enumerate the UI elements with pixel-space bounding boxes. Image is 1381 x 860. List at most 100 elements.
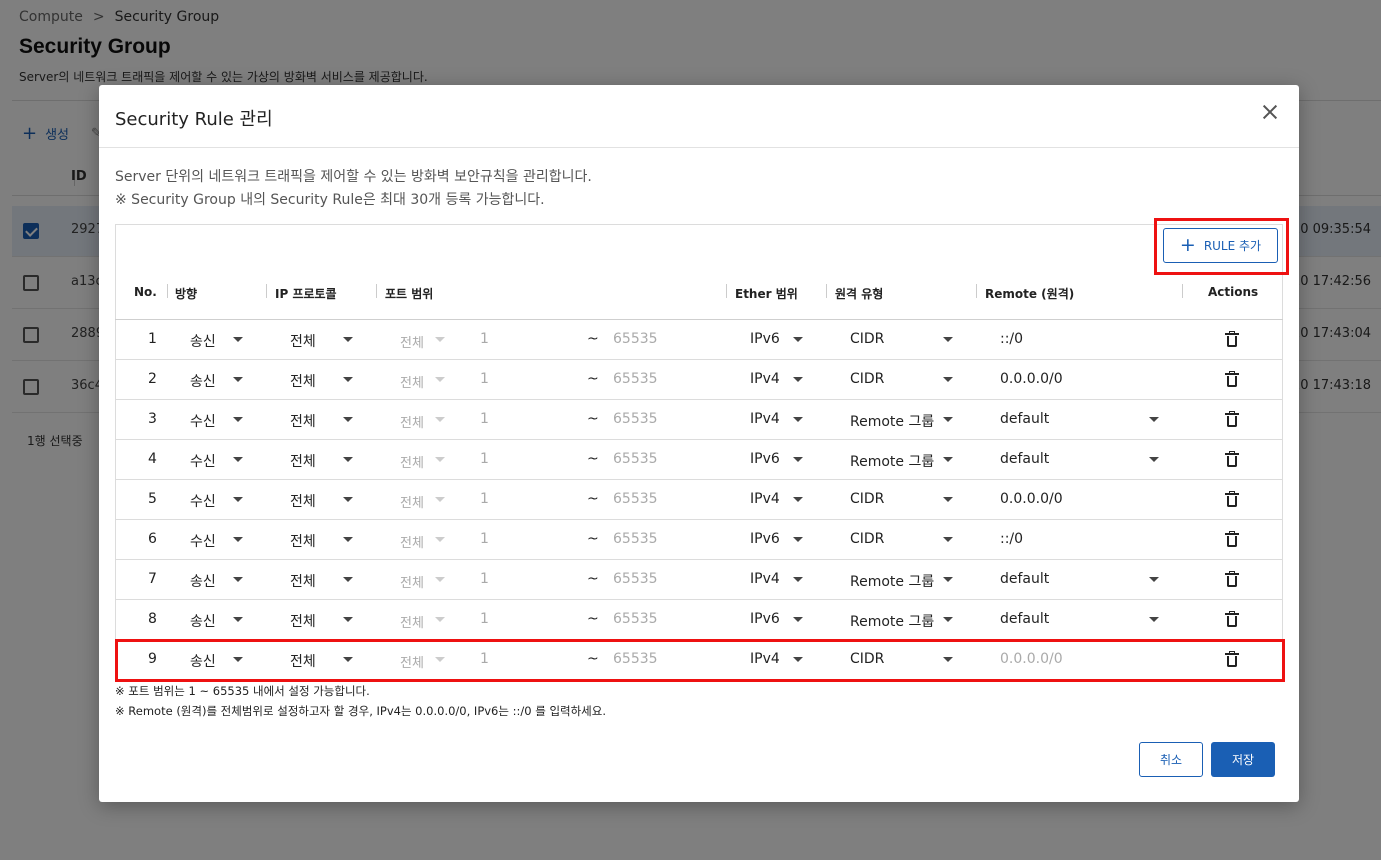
ether-select[interactable]: IPv6 [750,531,780,547]
chevron-down-icon[interactable] [943,457,953,462]
close-icon[interactable] [1259,101,1281,123]
chevron-down-icon[interactable] [793,337,803,342]
trash-icon[interactable] [1225,571,1239,587]
trash-icon[interactable] [1225,491,1239,507]
remote-type-select[interactable]: Remote 그룹 [850,411,934,431]
trash-icon[interactable] [1225,611,1239,627]
chevron-down-icon[interactable] [793,417,803,422]
chevron-down-icon[interactable] [793,457,803,462]
chevron-down-icon[interactable] [793,497,803,502]
chevron-down-icon[interactable] [793,617,803,622]
chevron-down-icon[interactable] [343,377,353,382]
remote-input[interactable]: 0.0.0.0/0 [1000,651,1063,667]
direction-select[interactable]: 송신 [190,571,216,591]
remote-group-select[interactable]: default [1000,611,1049,627]
cancel-button[interactable]: 취소 [1139,742,1203,777]
trash-icon[interactable] [1225,371,1239,387]
remote-type-select[interactable]: Remote 그룹 [850,451,934,471]
ether-select[interactable]: IPv4 [750,371,780,387]
remote-group-select[interactable]: default [1000,571,1049,587]
add-rule-button[interactable]: + RULE 추가 [1163,228,1278,263]
direction-select[interactable]: 수신 [190,451,216,471]
chevron-down-icon[interactable] [343,457,353,462]
protocol-select[interactable]: 전체 [290,491,316,511]
direction-select[interactable]: 수신 [190,531,216,551]
chevron-down-icon[interactable] [343,577,353,582]
remote-type-select[interactable]: CIDR [850,491,884,507]
remote-type-select[interactable]: CIDR [850,331,884,347]
chevron-down-icon[interactable] [943,537,953,542]
ether-select[interactable]: IPv4 [750,411,780,427]
chevron-down-icon[interactable] [343,497,353,502]
chevron-down-icon[interactable] [793,537,803,542]
remote-type-select[interactable]: CIDR [850,371,884,387]
chevron-down-icon[interactable] [233,417,243,422]
chevron-down-icon[interactable] [343,657,353,662]
protocol-select[interactable]: 전체 [290,571,316,591]
ether-select[interactable]: IPv4 [750,651,780,667]
trash-icon[interactable] [1225,451,1239,467]
remote-input[interactable]: 0.0.0.0/0 [1000,371,1063,387]
chevron-down-icon[interactable] [233,577,243,582]
chevron-down-icon[interactable] [343,337,353,342]
remote-input[interactable]: 0.0.0.0/0 [1000,491,1063,507]
protocol-select[interactable]: 전체 [290,331,316,351]
direction-select[interactable]: 송신 [190,611,216,631]
chevron-down-icon[interactable] [233,657,243,662]
chevron-down-icon [435,537,445,542]
chevron-down-icon[interactable] [233,497,243,502]
trash-icon[interactable] [1225,651,1239,667]
remote-group-select[interactable]: default [1000,411,1049,427]
chevron-down-icon[interactable] [943,377,953,382]
remote-type-select[interactable]: Remote 그룹 [850,611,934,631]
remote-type-select[interactable]: CIDR [850,651,884,667]
chevron-down-icon[interactable] [793,657,803,662]
ether-select[interactable]: IPv6 [750,331,780,347]
direction-select[interactable]: 송신 [190,371,216,391]
remote-input[interactable]: ::/0 [1000,331,1023,347]
chevron-down-icon[interactable] [343,537,353,542]
trash-icon[interactable] [1225,411,1239,427]
chevron-down-icon[interactable] [943,657,953,662]
ether-select[interactable]: IPv4 [750,491,780,507]
protocol-select[interactable]: 전체 [290,611,316,631]
chevron-down-icon[interactable] [793,377,803,382]
ether-select[interactable]: IPv6 [750,451,780,467]
trash-icon[interactable] [1225,331,1239,347]
remote-input[interactable]: ::/0 [1000,531,1023,547]
protocol-select[interactable]: 전체 [290,371,316,391]
direction-select[interactable]: 수신 [190,411,216,431]
direction-select[interactable]: 송신 [190,651,216,671]
remote-group-select[interactable]: default [1000,451,1049,467]
protocol-select[interactable]: 전체 [290,411,316,431]
chevron-down-icon[interactable] [233,617,243,622]
protocol-select[interactable]: 전체 [290,451,316,471]
ether-select[interactable]: IPv4 [750,571,780,587]
remote-type-select[interactable]: CIDR [850,531,884,547]
protocol-select[interactable]: 전체 [290,531,316,551]
remote-type-select[interactable]: Remote 그룹 [850,571,934,591]
chevron-down-icon[interactable] [943,497,953,502]
chevron-down-icon[interactable] [233,537,243,542]
chevron-down-icon[interactable] [1149,617,1159,622]
chevron-down-icon[interactable] [943,337,953,342]
chevron-down-icon[interactable] [793,577,803,582]
chevron-down-icon[interactable] [233,377,243,382]
chevron-down-icon[interactable] [1149,457,1159,462]
chevron-down-icon[interactable] [233,457,243,462]
save-button[interactable]: 저장 [1211,742,1275,777]
chevron-down-icon[interactable] [943,577,953,582]
port-to-input: 65535 [613,611,658,627]
direction-select[interactable]: 송신 [190,331,216,351]
direction-select[interactable]: 수신 [190,491,216,511]
chevron-down-icon[interactable] [343,417,353,422]
chevron-down-icon[interactable] [343,617,353,622]
chevron-down-icon[interactable] [943,617,953,622]
trash-icon[interactable] [1225,531,1239,547]
ether-select[interactable]: IPv6 [750,611,780,627]
chevron-down-icon[interactable] [943,417,953,422]
chevron-down-icon[interactable] [233,337,243,342]
protocol-select[interactable]: 전체 [290,651,316,671]
chevron-down-icon[interactable] [1149,417,1159,422]
chevron-down-icon[interactable] [1149,577,1159,582]
